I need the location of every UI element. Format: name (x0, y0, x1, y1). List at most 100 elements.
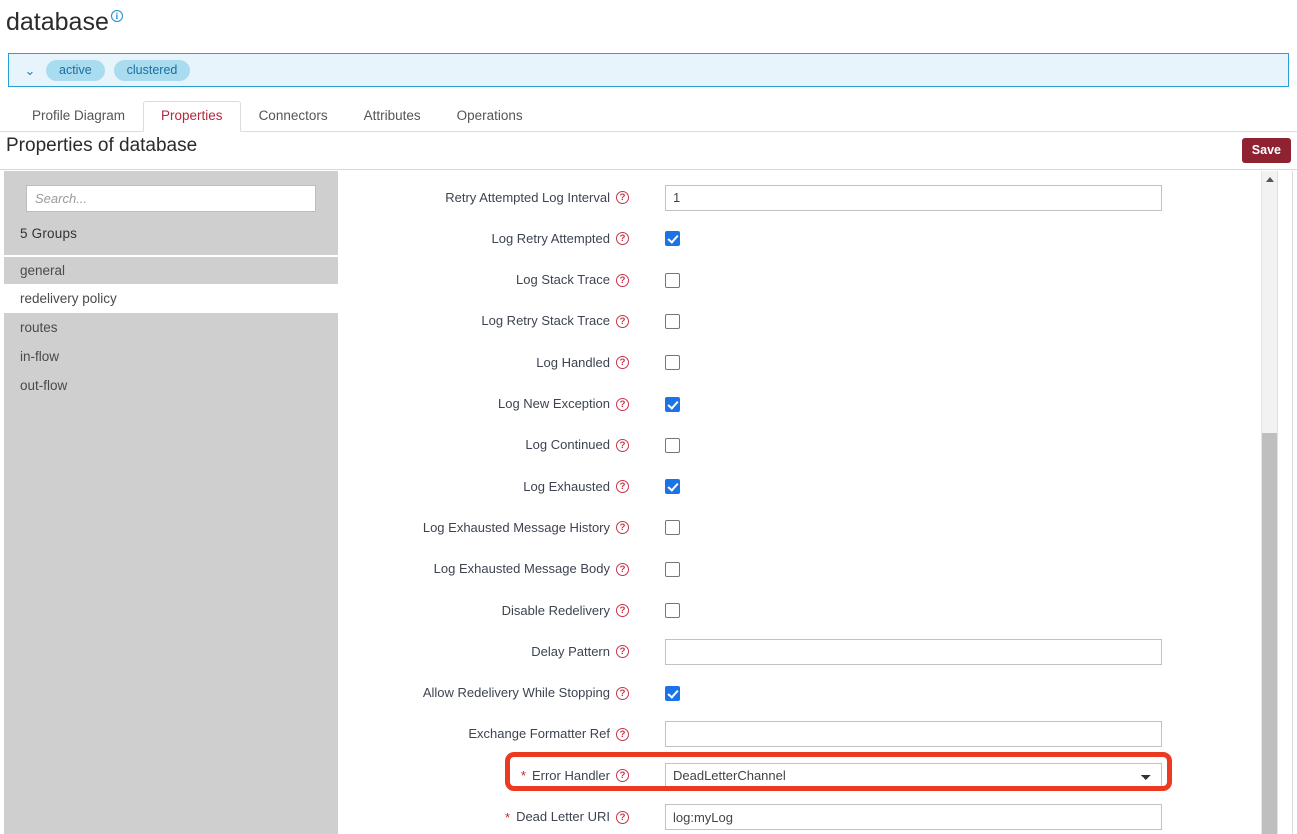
form-label-text: Log New Exception (498, 396, 610, 412)
form-scrollbar-track[interactable] (1261, 171, 1277, 834)
form-row-label: Retry Attempted Log Interval? (346, 190, 629, 206)
form-row: Log Exhausted Message History? (346, 507, 1260, 548)
section-title: Properties of database (6, 134, 197, 158)
form-field-area (665, 639, 1162, 665)
form-row-label: Log New Exception? (346, 396, 629, 412)
text-input-field[interactable] (665, 804, 1162, 830)
tab-connectors[interactable]: Connectors (241, 101, 346, 132)
help-circle-icon[interactable]: ? (616, 315, 629, 328)
form-field-area (665, 185, 1162, 211)
checkbox-field[interactable] (665, 231, 680, 246)
tab-properties[interactable]: Properties (143, 101, 241, 132)
help-circle-icon[interactable]: ? (616, 769, 629, 782)
checkbox-field[interactable] (665, 686, 680, 701)
tab-operations[interactable]: Operations (439, 101, 541, 132)
required-marker: * (521, 769, 526, 782)
form-label-text: Delay Pattern (531, 644, 610, 660)
tab-attributes[interactable]: Attributes (346, 101, 439, 132)
form-row: Log Retry Attempted? (346, 218, 1260, 259)
save-button[interactable]: Save (1242, 138, 1291, 163)
tab-profile-diagram[interactable]: Profile Diagram (14, 101, 143, 132)
help-circle-icon[interactable]: ? (616, 191, 629, 204)
checkbox-field[interactable] (665, 603, 680, 618)
form-row: Log Exhausted? (346, 466, 1260, 507)
help-circle-icon[interactable]: ? (616, 274, 629, 287)
checkbox-field[interactable] (665, 562, 680, 577)
help-circle-icon[interactable]: ? (616, 563, 629, 576)
form-label-text: Disable Redelivery (502, 603, 610, 619)
form-row: Exchange Formatter Ref? (346, 714, 1260, 755)
form-field-area (665, 438, 680, 453)
form-label-text: Log Handled (536, 355, 610, 371)
form-label-text: Log Stack Trace (516, 272, 610, 288)
text-input-field[interactable] (665, 185, 1162, 211)
right-edge-border (1292, 171, 1293, 834)
form-row: Log New Exception? (346, 384, 1260, 425)
form-row-label: Log Stack Trace? (346, 272, 629, 288)
form-row-label: Log Exhausted Message History? (346, 520, 629, 536)
form-row: *Dead Letter URI? (346, 797, 1260, 834)
page-title: database (6, 8, 109, 36)
page-root: database i ⌄ active clustered Profile Di… (0, 0, 1297, 834)
sidebar-item-routes[interactable]: routes (4, 313, 338, 342)
form-row: Log Handled? (346, 342, 1260, 383)
form-row: * Error Handler? DeadLetterChannel (346, 755, 1260, 796)
status-badge-active[interactable]: active (46, 60, 105, 81)
form-label-text: Log Continued (525, 437, 610, 453)
text-input-field[interactable] (665, 721, 1162, 747)
form-row-label: Disable Redelivery? (346, 603, 629, 619)
form-field-area (665, 273, 680, 288)
help-circle-icon[interactable]: ? (616, 811, 629, 824)
help-circle-icon[interactable]: ? (616, 439, 629, 452)
form-scrollbar-thumb[interactable] (1262, 433, 1278, 834)
groups-sidebar: 5 Groups general redelivery policy route… (4, 171, 338, 834)
form-row: Log Stack Trace? (346, 260, 1260, 301)
help-circle-icon[interactable]: ? (616, 356, 629, 369)
text-input-field[interactable] (665, 639, 1162, 665)
checkbox-field[interactable] (665, 397, 680, 412)
help-circle-icon[interactable]: ? (616, 521, 629, 534)
help-circle-icon[interactable]: ? (616, 687, 629, 700)
form-label-text: Log Exhausted Message Body (434, 561, 610, 577)
help-circle-icon[interactable]: ? (616, 645, 629, 658)
form-label-text: Dead Letter URI (516, 809, 610, 825)
checkbox-field[interactable] (665, 479, 680, 494)
form-row-label: Log Exhausted? (346, 479, 629, 495)
form-field-area (665, 479, 680, 494)
properties-form: Retry Attempted Log Interval? Log Retry A… (346, 171, 1260, 834)
checkbox-field[interactable] (665, 273, 680, 288)
help-circle-icon[interactable]: ? (616, 480, 629, 493)
form-label-text: Log Retry Stack Trace (481, 313, 610, 329)
checkbox-field[interactable] (665, 314, 680, 329)
help-circle-icon[interactable]: ? (616, 232, 629, 245)
search-input[interactable] (26, 185, 316, 212)
help-circle-icon[interactable]: ? (616, 398, 629, 411)
checkbox-field[interactable] (665, 438, 680, 453)
form-label-text: Log Exhausted (523, 479, 610, 495)
form-field-area (665, 721, 1162, 747)
form-row-label: Allow Redelivery While Stopping? (346, 685, 629, 701)
form-row-label: Log Retry Stack Trace? (346, 313, 629, 329)
sidebar-item-in-flow[interactable]: in-flow (4, 342, 338, 371)
form-row-label: Log Retry Attempted? (346, 231, 629, 247)
status-badge-clustered[interactable]: clustered (114, 60, 191, 81)
form-row: Retry Attempted Log Interval? (346, 177, 1260, 218)
scroll-up-arrow-icon[interactable] (1262, 171, 1278, 187)
help-circle-icon[interactable]: ? (616, 604, 629, 617)
checkbox-field[interactable] (665, 355, 680, 370)
checkbox-field[interactable] (665, 520, 680, 535)
sidebar-item-general[interactable]: general (4, 255, 338, 284)
form-label-text: Error Handler (532, 768, 610, 784)
sidebar-item-redelivery-policy[interactable]: redelivery policy (4, 284, 338, 313)
chevron-down-icon[interactable]: ⌄ (23, 63, 37, 77)
group-list: general redelivery policy routes in-flow… (4, 255, 338, 400)
form-field-area (665, 520, 680, 535)
section-header: Properties of database Save (0, 132, 1297, 170)
info-icon[interactable]: i (111, 10, 123, 22)
form-row-label: *Dead Letter URI? (346, 809, 629, 825)
help-circle-icon[interactable]: ? (616, 728, 629, 741)
error-handler-select[interactable]: DeadLetterChannel (665, 763, 1162, 789)
form-row: Allow Redelivery While Stopping? (346, 673, 1260, 714)
sidebar-item-out-flow[interactable]: out-flow (4, 371, 338, 400)
form-label-text: Log Exhausted Message History (423, 520, 610, 536)
